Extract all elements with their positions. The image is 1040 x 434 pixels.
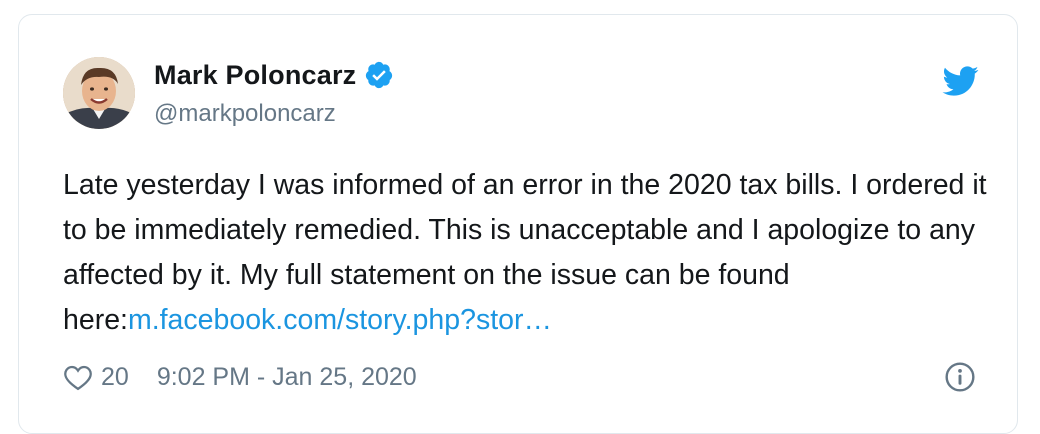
twitter-bird-icon[interactable]: [941, 65, 979, 97]
verified-badge-icon: [366, 61, 393, 89]
avatar[interactable]: [63, 57, 135, 129]
tweet-text: Late yesterday I was informed of an erro…: [63, 163, 993, 343]
tweet-card: Mark Poloncarz @markpoloncarz Late yeste…: [18, 14, 1018, 434]
author-name-row: Mark Poloncarz: [154, 57, 394, 93]
author-display-name[interactable]: Mark Poloncarz: [154, 60, 356, 91]
author-handle[interactable]: @markpoloncarz: [154, 100, 336, 128]
tweet-link[interactable]: m.facebook.com/story.php?stor…: [128, 304, 552, 336]
like-count[interactable]: 20: [101, 363, 129, 392]
tweet-timestamp[interactable]: 9:02 PM - Jan 25, 2020: [157, 363, 417, 392]
tweet-footer: 20 9:02 PM - Jan 25, 2020: [63, 359, 417, 395]
heart-icon[interactable]: [63, 363, 93, 391]
avatar-image: [63, 57, 135, 129]
info-icon[interactable]: [944, 361, 976, 393]
